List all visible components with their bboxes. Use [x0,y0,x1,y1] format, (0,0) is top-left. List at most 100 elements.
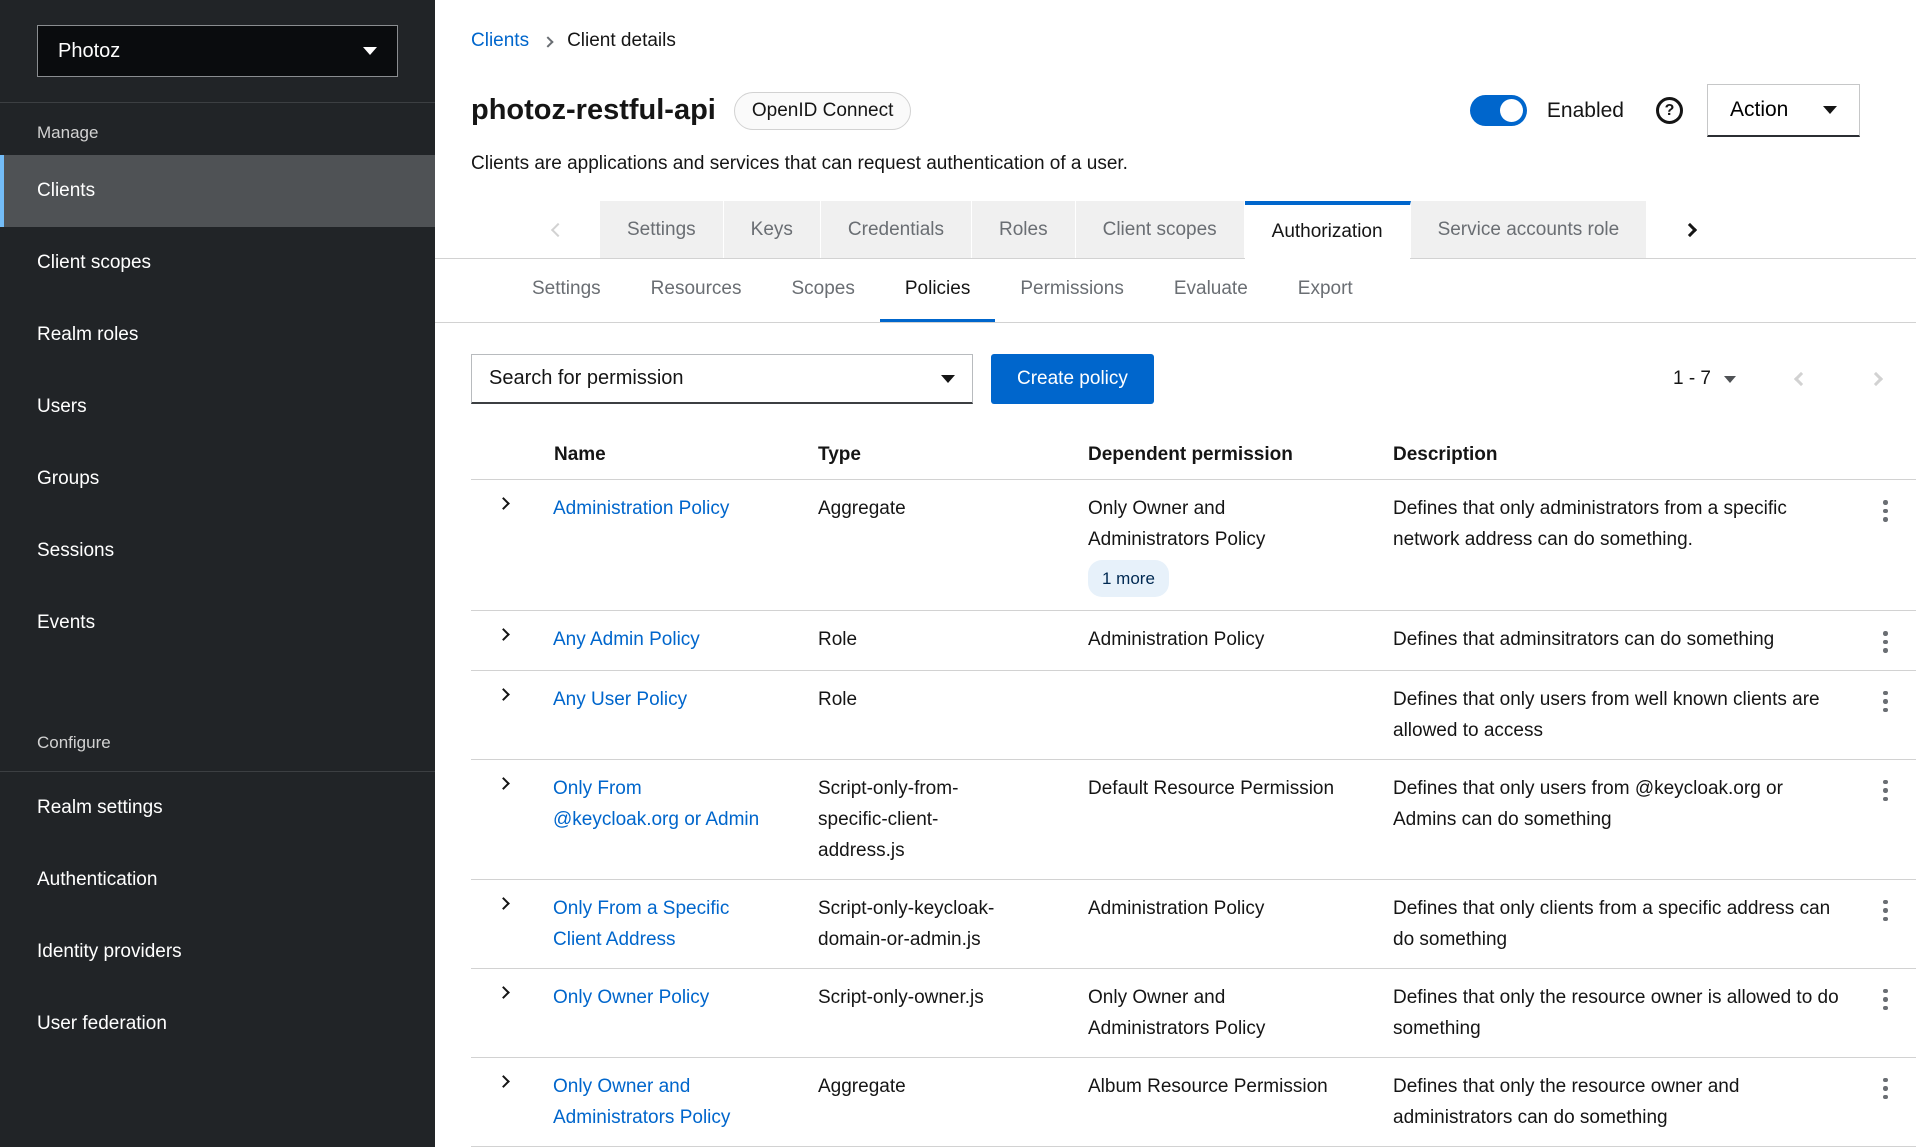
policy-description: Defines that adminsitrators can do somet… [1385,611,1855,671]
policy-name-link[interactable]: Any User Policy [553,689,687,710]
create-policy-button[interactable]: Create policy [991,354,1154,404]
expand-cell [471,670,545,759]
dependent-permission: Administration Policy [1088,893,1343,924]
tab-settings[interactable]: Settings [600,201,724,258]
chevron-down-icon [363,47,377,55]
row-expand-button[interactable] [499,690,508,699]
subtab-settings[interactable]: Settings [507,259,626,322]
toolbar: Search for permission Create policy 1 - … [435,354,1916,404]
nav-list: Clients Client scopes Realm roles Users … [0,155,435,659]
policy-name-link[interactable]: Only From @keycloak.org or Admin [553,778,759,830]
policy-name-link[interactable]: Administration Policy [553,498,729,519]
sidebar-item-groups[interactable]: Groups [0,443,435,515]
tab-label: Client scopes [1103,219,1217,241]
pagination-range: 1 - 7 [1673,368,1711,390]
sidebar-item-events[interactable]: Events [0,587,435,659]
row-expand-button[interactable] [499,1077,508,1086]
policy-type: Script-only-owner.js [810,968,1080,1057]
kebab-menu-button[interactable] [1879,985,1892,1015]
angle-right-icon [1683,222,1697,236]
row-expand-button[interactable] [499,988,508,997]
kebab-menu-button[interactable] [1879,687,1892,717]
policy-name-link[interactable]: Only From a Specific Client Address [553,898,729,950]
table-column-header: Name [545,428,810,480]
sidebar-item-client-scopes[interactable]: Client scopes [0,227,435,299]
row-expand-button[interactable] [499,899,508,908]
sidebar-item-realm-settings[interactable]: Realm settings [0,772,435,844]
subtab-label: Scopes [791,278,854,300]
nav-group-title: Manage [0,103,435,155]
angle-right-icon [497,897,510,910]
subtab-resources[interactable]: Resources [626,259,767,322]
sidebar-item-authentication[interactable]: Authentication [0,844,435,916]
angle-right-icon [497,1075,510,1088]
subtab-policies[interactable]: Policies [880,259,995,322]
row-expand-button[interactable] [499,630,508,639]
angle-right-icon [1869,372,1883,386]
kebab-menu-button[interactable] [1879,776,1892,806]
angle-right-icon [497,628,510,641]
kebab-menu-button[interactable] [1879,627,1892,657]
tab-label: Keys [751,219,793,241]
row-expand-button[interactable] [499,779,508,788]
policy-name-link[interactable]: Only Owner and Administrators Policy [553,1076,730,1128]
tab-authorization[interactable]: Authorization [1245,201,1411,258]
nav-group: Manage Clients Client scopes Realm roles… [0,103,435,659]
action-dropdown-button[interactable]: Action [1707,84,1860,137]
breadcrumb-current: Client details [567,30,676,52]
kebab-cell [1855,879,1916,968]
dependent-permission: Administration Policy [1088,624,1343,655]
subtab-permissions[interactable]: Permissions [995,259,1148,322]
kebab-icon [1883,900,1888,905]
sidebar-item-label: Events [37,612,95,634]
dependent-permission-cell: Default Resource Permission [1080,759,1385,879]
row-expand-button[interactable] [499,499,508,508]
enabled-toggle[interactable] [1470,95,1527,126]
search-permission-select[interactable]: Search for permission [471,354,973,404]
tab-keys[interactable]: Keys [724,201,821,258]
realm-selector[interactable]: Photoz [37,25,398,77]
policy-name-link[interactable]: Only Owner Policy [553,987,709,1008]
sidebar-item-identity-providers[interactable]: Identity providers [0,916,435,988]
pagination-range-dropdown[interactable]: 1 - 7 [1673,368,1736,390]
table-row: Only From @keycloak.org or Admin Script-… [471,759,1916,879]
dependent-permission: Default Resource Permission [1088,773,1343,804]
tab-roles[interactable]: Roles [972,201,1076,258]
authorization-subtabs: SettingsResources Scopes PoliciesPermissio… [435,259,1916,323]
expand-cell [471,879,545,968]
policy-type: Role [810,611,1080,671]
subtab-scopes[interactable]: Scopes [766,259,879,322]
sidebar-item-clients[interactable]: Clients [0,155,435,227]
policy-description: Defines that only users from well known … [1385,670,1855,759]
pagination-prev-button[interactable] [1791,369,1811,389]
kebab-cell [1855,1057,1916,1146]
kebab-menu-button[interactable] [1879,1074,1892,1104]
angle-right-icon [497,986,510,999]
sidebar-item-realm-roles[interactable]: Realm roles [0,299,435,371]
subtab-export[interactable]: Export [1273,259,1378,322]
dependent-permission-cell: Only Owner and Administrators Policy [1080,968,1385,1057]
tabs-scroll-left-button[interactable] [530,201,586,258]
name-cell: Only From @keycloak.org or Admin [545,759,810,879]
kebab-menu-button[interactable] [1879,496,1892,526]
more-badge[interactable]: 1 more [1088,560,1169,597]
tab-credentials[interactable]: Credentials [821,201,972,258]
sidebar-item-sessions[interactable]: Sessions [0,515,435,587]
sidebar-item-users[interactable]: Users [0,371,435,443]
tabs-scroll-right-button[interactable] [1662,201,1718,258]
tab-service-accounts-role[interactable]: Service accounts role [1411,201,1647,258]
policy-description: Defines that only users from @keycloak.o… [1385,759,1855,879]
name-cell: Only Owner Policy [545,968,810,1057]
kebab-menu-button[interactable] [1879,896,1892,926]
subtab-label: Export [1298,278,1353,300]
policy-name-link[interactable]: Any Admin Policy [553,629,700,650]
policy-type: Script-only-keycloak-domain-or-admin.js [810,879,1080,968]
sidebar-item-user-federation[interactable]: User federation [0,988,435,1060]
tab-client-scopes[interactable]: Client scopes [1076,201,1245,258]
breadcrumb-link-clients[interactable]: Clients [471,30,529,52]
subtab-evaluate[interactable]: Evaluate [1149,259,1273,322]
tab-label: Roles [999,219,1048,241]
sidebar-item-label: Users [37,396,87,418]
pagination-next-button[interactable] [1866,369,1886,389]
help-icon[interactable]: ? [1656,97,1683,124]
